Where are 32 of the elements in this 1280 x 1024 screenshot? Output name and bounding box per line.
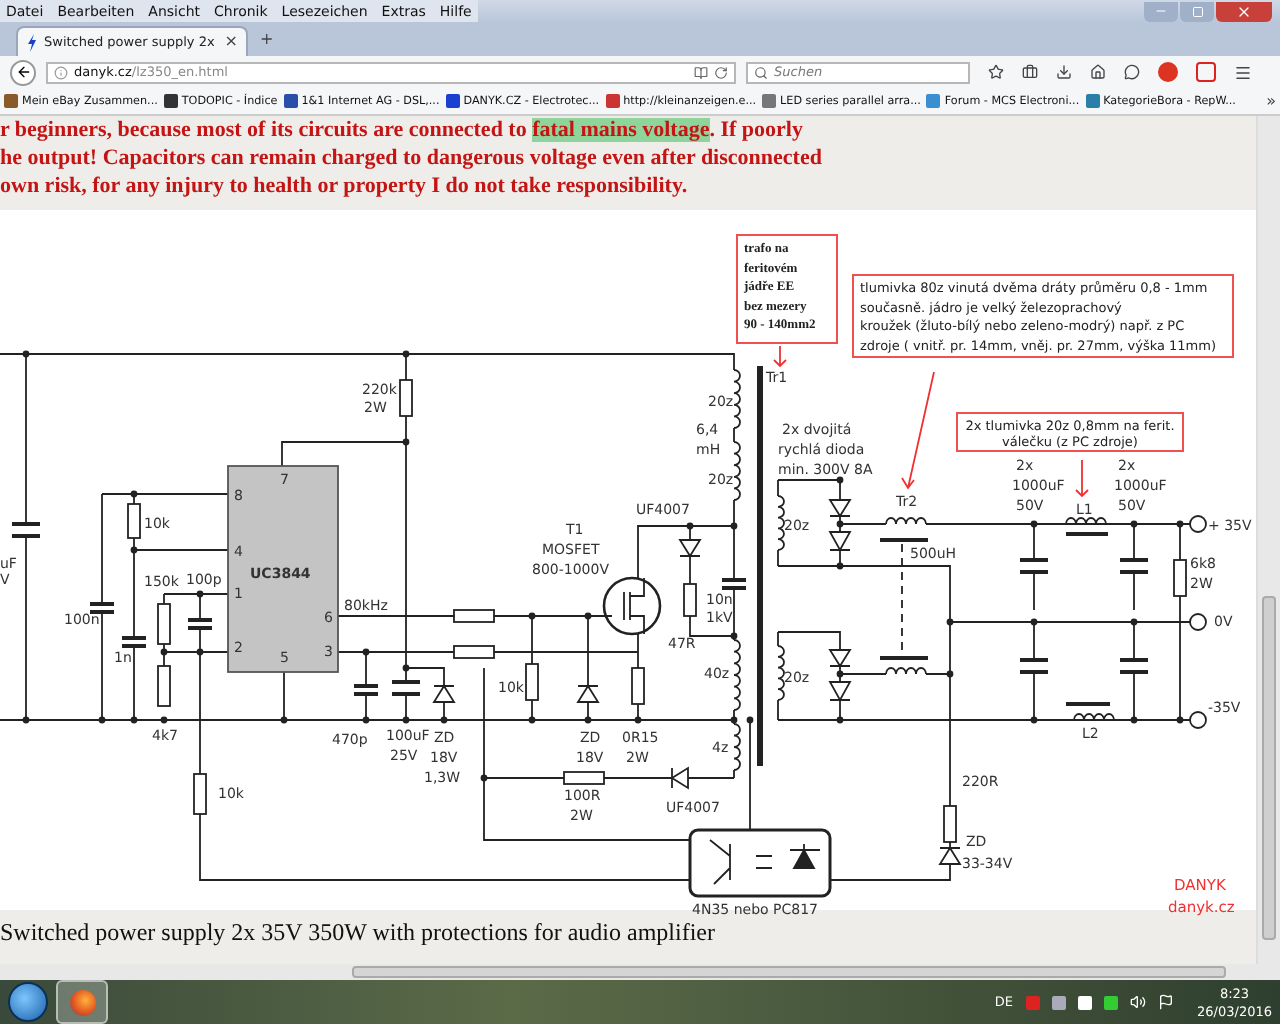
reload-icon[interactable] bbox=[714, 65, 728, 79]
warning-text: own risk, for any injury to health or property I do not take responsibility. bbox=[0, 172, 690, 200]
warning-text: he output! Capacitors can remain charged to dangerous voltage even after disconnected bbox=[0, 144, 824, 172]
maximize-icon bbox=[1191, 5, 1203, 17]
lightning-icon bbox=[26, 33, 38, 51]
pointer-arrow bbox=[773, 345, 787, 368]
reader-view-icon[interactable] bbox=[694, 65, 708, 79]
speaker-icon[interactable] bbox=[1129, 994, 1146, 1010]
more-bookmarks-button[interactable]: » bbox=[1266, 93, 1276, 109]
info-icon bbox=[54, 65, 68, 79]
briefcase-icon[interactable] bbox=[1022, 64, 1038, 80]
close-button[interactable] bbox=[1216, 1, 1272, 21]
pointer-arrow bbox=[901, 371, 935, 490]
figure-caption: Switched power supply 2x 35V 350W with protections for audio amplifier bbox=[0, 916, 717, 948]
tab-close-button[interactable]: × bbox=[224, 34, 238, 50]
chat-icon[interactable] bbox=[1124, 64, 1140, 80]
star-icon[interactable] bbox=[988, 64, 1004, 80]
download-icon[interactable] bbox=[1056, 64, 1072, 80]
warning-text: r beginners, because most of its circuits are connected to fatal mains voltage. If poorly bbox=[0, 116, 805, 144]
flag-icon[interactable] bbox=[1157, 994, 1174, 1010]
new-tab-button[interactable]: + bbox=[260, 32, 274, 56]
back-arrow-icon bbox=[15, 64, 31, 80]
pointer-arrow bbox=[1075, 459, 1089, 498]
search-icon bbox=[754, 65, 768, 79]
horizontal-scrollbar[interactable] bbox=[0, 964, 1280, 980]
start-button[interactable] bbox=[8, 982, 48, 1022]
menu-icon[interactable] bbox=[1234, 63, 1252, 81]
minimize-icon bbox=[1154, 4, 1168, 18]
back-button[interactable] bbox=[10, 59, 36, 85]
home-icon[interactable] bbox=[1090, 64, 1106, 80]
vertical-scrollbar[interactable] bbox=[1256, 116, 1280, 964]
close-icon bbox=[1236, 3, 1252, 19]
